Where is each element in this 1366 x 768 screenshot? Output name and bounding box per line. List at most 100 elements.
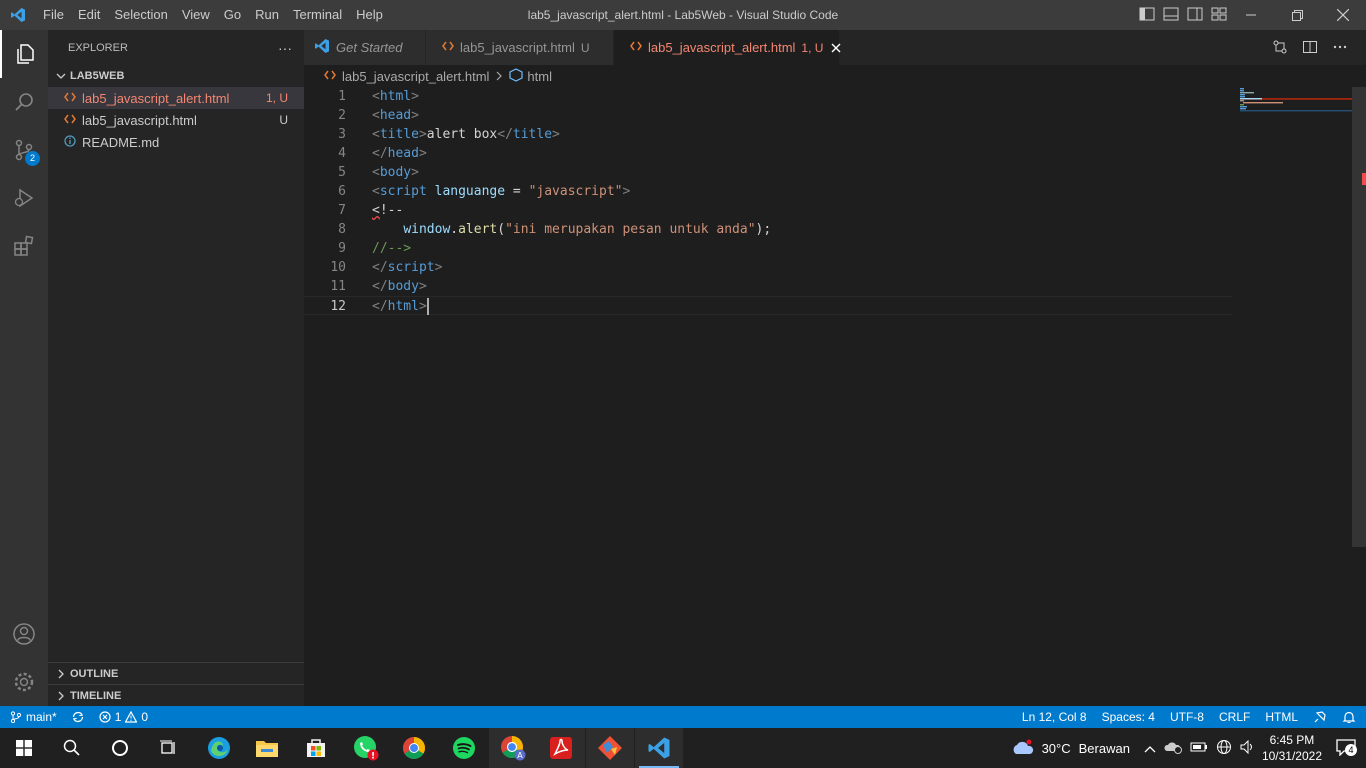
notification-center-icon[interactable]: 4	[1336, 738, 1357, 759]
breadcrumb: lab5_javascript_alert.html html	[304, 65, 1366, 87]
restore-icon[interactable]	[1274, 0, 1320, 30]
weather-temperature[interactable]: 30°C	[1042, 741, 1071, 756]
taskbar-search-icon[interactable]	[48, 728, 96, 768]
tab-get-started[interactable]: Get Started	[304, 30, 426, 65]
chrome-icon[interactable]	[390, 728, 438, 768]
file-name: README.md	[82, 134, 160, 150]
feedback-icon[interactable]	[1313, 710, 1327, 724]
chevron-up-icon[interactable]	[1144, 741, 1156, 756]
encoding[interactable]: UTF-8	[1170, 710, 1204, 724]
html-file-icon	[64, 91, 76, 106]
network-globe-icon[interactable]	[1216, 739, 1232, 758]
onedrive-sync-icon[interactable]	[1164, 740, 1182, 757]
menu-terminal[interactable]: Terminal	[286, 0, 349, 30]
volume-icon[interactable]	[1240, 739, 1256, 757]
menu-run[interactable]: Run	[248, 0, 286, 30]
spotify-icon[interactable]	[440, 728, 488, 768]
split-editor-icon[interactable]	[1302, 39, 1318, 58]
breadcrumb-file[interactable]: lab5_javascript_alert.html	[342, 69, 489, 84]
file-lab5-javascript-alert[interactable]: lab5_javascript_alert.html 1, U	[48, 87, 304, 109]
code-text: <title>alert box</title>	[372, 127, 560, 142]
timeline-section[interactable]: TIMELINE	[48, 684, 304, 706]
tab-lab5-javascript-alert[interactable]: lab5_javascript_alert.html 1, U	[614, 30, 841, 65]
layout-controls	[1138, 5, 1228, 23]
search-icon[interactable]	[0, 78, 48, 126]
error-count: 1	[114, 710, 122, 724]
task-view-icon[interactable]	[144, 728, 192, 768]
minimize-icon[interactable]	[1228, 0, 1274, 30]
file-explorer-icon[interactable]	[243, 728, 291, 768]
settings-gear-icon[interactable]	[0, 658, 48, 706]
line-number: 9	[338, 241, 346, 256]
html-file-icon	[324, 69, 336, 84]
accounts-icon[interactable]	[0, 610, 48, 658]
code-editor[interactable]: 1 <html> 2 <head> 3 <title>alert box</ti…	[304, 87, 1366, 706]
problems-status[interactable]: 1 0	[99, 710, 148, 724]
minimap[interactable]	[1240, 87, 1352, 127]
file-lab5-javascript[interactable]: lab5_javascript.html U	[48, 109, 304, 131]
window-title: lab5_javascript_alert.html - Lab5Web - V…	[527, 8, 839, 22]
source-control-icon[interactable]: 2	[0, 126, 48, 174]
tab-label: lab5_javascript_alert.html	[648, 40, 796, 55]
close-window-icon[interactable]	[1320, 0, 1366, 30]
weather-cloud-icon[interactable]	[1010, 737, 1036, 760]
cortana-icon[interactable]	[96, 728, 144, 768]
text-cursor	[426, 298, 429, 315]
indentation[interactable]: Spaces: 4	[1102, 710, 1155, 724]
symbol-icon	[509, 67, 524, 85]
more-actions-button[interactable]: ···	[278, 40, 292, 56]
code-line-5: 5 <body>	[304, 163, 1232, 182]
menu-file[interactable]: File	[36, 0, 71, 30]
toggle-secondary-sidebar-icon[interactable]	[1186, 5, 1204, 23]
open-changes-icon[interactable]	[1272, 39, 1288, 58]
windows-start-icon[interactable]	[0, 728, 48, 768]
file-status: U	[279, 113, 288, 127]
menu-bar: File Edit Selection View Go Run Terminal…	[36, 0, 390, 30]
folder-lab5web[interactable]: LAB5WEB	[48, 65, 304, 87]
toggle-panel-icon[interactable]	[1162, 5, 1180, 23]
edge-browser-icon[interactable]	[195, 728, 243, 768]
code-text: </head>	[372, 146, 427, 161]
acrobat-reader-icon[interactable]	[537, 728, 585, 768]
vscode-taskbar-icon[interactable]	[635, 728, 683, 768]
explorer-icon[interactable]	[0, 30, 48, 78]
tab-lab5-javascript[interactable]: lab5_javascript.html U	[426, 30, 614, 65]
end-of-line[interactable]: CRLF	[1219, 710, 1250, 724]
extensions-icon[interactable]	[0, 222, 48, 270]
scrollbar-thumb[interactable]	[1352, 87, 1366, 547]
git-gui-icon[interactable]	[586, 728, 634, 768]
battery-icon[interactable]	[1190, 741, 1208, 756]
code-text: </body>	[372, 279, 427, 294]
file-readme[interactable]: README.md	[48, 131, 304, 153]
code-line-11: 11 </body>	[304, 277, 1232, 296]
menu-go[interactable]: Go	[217, 0, 248, 30]
weather-description[interactable]: Berawan	[1079, 741, 1130, 756]
branch-status[interactable]: main*	[10, 710, 57, 724]
vertical-scrollbar[interactable]	[1352, 87, 1366, 706]
microsoft-store-icon[interactable]	[292, 728, 340, 768]
breadcrumb-symbol[interactable]: html	[527, 69, 552, 84]
chevron-right-icon	[58, 669, 64, 678]
chrome-profile-icon[interactable]: A	[489, 728, 537, 768]
window-controls	[1228, 0, 1366, 30]
menu-selection[interactable]: Selection	[107, 0, 174, 30]
close-tab-icon[interactable]	[831, 40, 841, 56]
notifications-bell-icon[interactable]	[1342, 710, 1356, 724]
whatsapp-icon[interactable]: !	[342, 728, 390, 768]
menu-help[interactable]: Help	[349, 0, 390, 30]
toggle-primary-sidebar-icon[interactable]	[1138, 5, 1156, 23]
outline-label: OUTLINE	[70, 667, 119, 680]
language-mode[interactable]: HTML	[1265, 710, 1298, 724]
menu-edit[interactable]: Edit	[71, 0, 107, 30]
error-icon	[99, 711, 111, 723]
customize-layout-icon[interactable]	[1210, 5, 1228, 23]
code-text: </script>	[372, 260, 443, 275]
sync-icon[interactable]	[71, 710, 85, 724]
cursor-position[interactable]: Ln 12, Col 8	[1022, 710, 1087, 724]
menu-view[interactable]: View	[175, 0, 217, 30]
outline-section[interactable]: OUTLINE	[48, 662, 304, 684]
svg-text:!: !	[371, 752, 375, 762]
clock[interactable]: 6:45 PM 10/31/2022	[1262, 732, 1322, 764]
run-debug-icon[interactable]	[0, 174, 48, 222]
more-actions-icon[interactable]	[1332, 39, 1348, 58]
